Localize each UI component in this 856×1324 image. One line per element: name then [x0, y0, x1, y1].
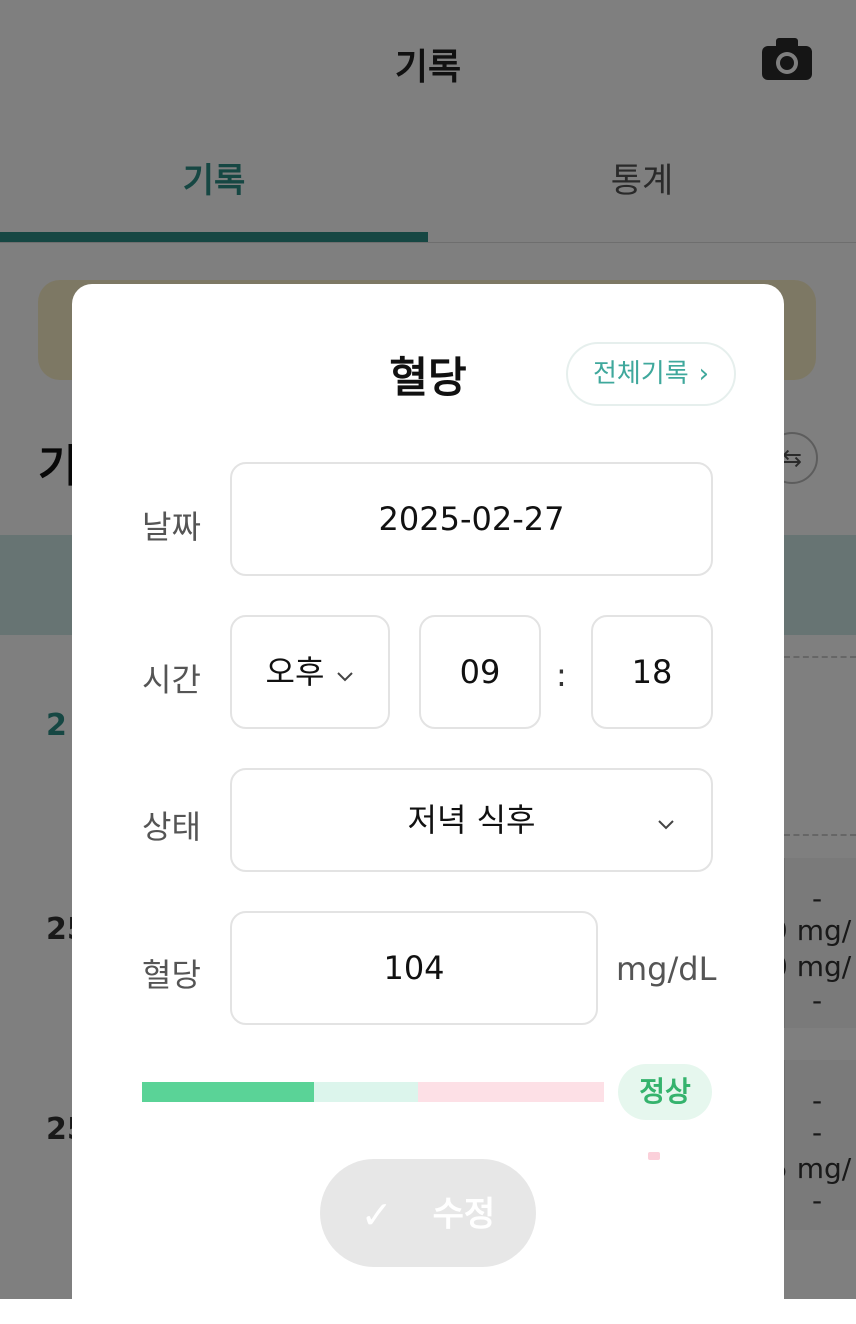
- meal-state-value: 저녁 식후: [407, 801, 536, 839]
- glucose-label: 혈당: [142, 956, 201, 994]
- date-field[interactable]: 2025-02-27: [230, 462, 713, 576]
- date-label: 날짜: [142, 508, 201, 546]
- view-all-records-label: 전체기록: [592, 359, 689, 389]
- meal-state-select[interactable]: 저녁 식후: [230, 768, 713, 872]
- blood-glucose-modal: 혈당 전체기록 › 날짜 2025-02-27 시간 오후 09 : 18 상태 …: [72, 284, 784, 1324]
- status-badge: 정상: [618, 1064, 712, 1120]
- minute-field[interactable]: 18: [591, 615, 713, 729]
- chevron-right-icon: ›: [698, 359, 710, 389]
- ampm-select[interactable]: 오후: [230, 615, 390, 729]
- check-icon: ✓: [360, 1192, 393, 1237]
- view-all-records-button[interactable]: 전체기록 ›: [566, 342, 736, 406]
- range-marker: [648, 1152, 660, 1160]
- edit-save-label: 수정: [432, 1194, 496, 1235]
- chevron-down-icon: [657, 770, 675, 870]
- range-high-segment: [418, 1082, 604, 1102]
- glucose-unit: mg/dL: [616, 950, 717, 988]
- edit-save-button[interactable]: ✓ 수정: [320, 1159, 536, 1267]
- glucose-input[interactable]: 104: [230, 911, 598, 1025]
- time-label: 시간: [142, 661, 201, 699]
- ampm-value: 오후: [265, 653, 325, 691]
- glucose-range-bar: [142, 1082, 604, 1102]
- range-caution-segment: [314, 1082, 418, 1102]
- range-normal-segment: [142, 1082, 314, 1102]
- time-separator: :: [556, 656, 567, 694]
- hour-field[interactable]: 09: [419, 615, 541, 729]
- state-label: 상태: [142, 808, 201, 846]
- chevron-down-icon: [336, 617, 354, 727]
